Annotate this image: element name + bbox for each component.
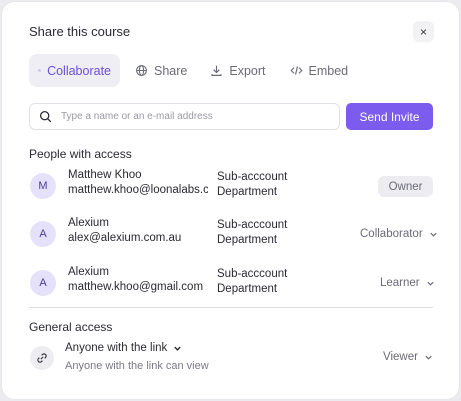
role-label: Collaborator [360, 228, 423, 240]
person-name: Matthew Khoo [68, 169, 142, 181]
chevron-down-icon [174, 346, 182, 351]
chevron-down-icon [427, 281, 434, 286]
owner-badge: Owner [378, 176, 433, 197]
person-row: A Alexium alex@alexium.com.au Sub-acccou… [29, 217, 439, 253]
general-access-label: General access [29, 320, 113, 334]
person-name: Alexium [68, 217, 109, 229]
person-department: Department [217, 283, 278, 295]
person-row: A Alexium matthew.khoo@gmail.com Sub-acc… [29, 266, 439, 302]
tab-share[interactable]: Share [126, 54, 196, 87]
search-field[interactable] [29, 103, 340, 130]
role-select[interactable]: Learner [380, 274, 435, 292]
code-icon [289, 66, 303, 75]
general-role-select[interactable]: Viewer [383, 348, 433, 366]
tab-label: Share [154, 63, 188, 78]
avatar: A [30, 270, 56, 296]
share-course-modal: Share this course × Collaborate Share Ex… [1, 1, 460, 400]
modal-title: Share this course [29, 24, 131, 39]
role-label: Learner [380, 277, 420, 289]
tab-embed[interactable]: Embed [281, 54, 358, 87]
close-button[interactable]: × [413, 21, 434, 42]
person-row: M Matthew Khoo matthew.khoo@loonalabs.co… [29, 169, 439, 205]
search-input[interactable] [61, 111, 321, 122]
tab-label: Export [229, 63, 266, 78]
globe-icon [136, 65, 147, 76]
role-label: Viewer [383, 351, 418, 363]
person-subaccount: Sub-acccount [217, 219, 288, 231]
close-icon: × [419, 24, 427, 39]
send-invite-button[interactable]: Send Invite [346, 103, 433, 130]
general-access-description: Anyone with the link can view [65, 360, 209, 372]
general-access-select[interactable]: Anyone with the link [65, 342, 182, 354]
person-department: Department [217, 234, 278, 246]
tab-export[interactable]: Export [201, 54, 274, 87]
tab-label: Embed [308, 63, 349, 78]
person-subaccount: Sub-acccount [217, 171, 288, 183]
share-tabs: Collaborate Share Export Embed [29, 54, 357, 87]
download-icon [211, 65, 222, 76]
link-icon [30, 346, 54, 370]
person-email: matthew.khoo@loonalabs.com [68, 184, 208, 196]
chevron-down-icon [430, 232, 437, 237]
avatar: A [30, 221, 56, 247]
search-icon [39, 110, 52, 123]
general-access-value: Anyone with the link [65, 342, 168, 354]
tab-label: Collaborate [47, 63, 111, 78]
person-name: Alexium [68, 266, 109, 278]
people-section-label: People with access [29, 147, 132, 161]
person-email: matthew.khoo@gmail.com [68, 281, 204, 293]
person-subaccount: Sub-acccount [217, 268, 288, 280]
users-icon [38, 69, 41, 72]
divider [29, 307, 433, 308]
tab-collaborate[interactable]: Collaborate [29, 54, 120, 87]
person-department: Department [217, 186, 278, 198]
role-select[interactable]: Collaborator [360, 225, 438, 243]
chevron-down-icon [425, 355, 432, 360]
person-email: alex@alexium.com.au [68, 232, 182, 244]
avatar: M [30, 173, 56, 199]
